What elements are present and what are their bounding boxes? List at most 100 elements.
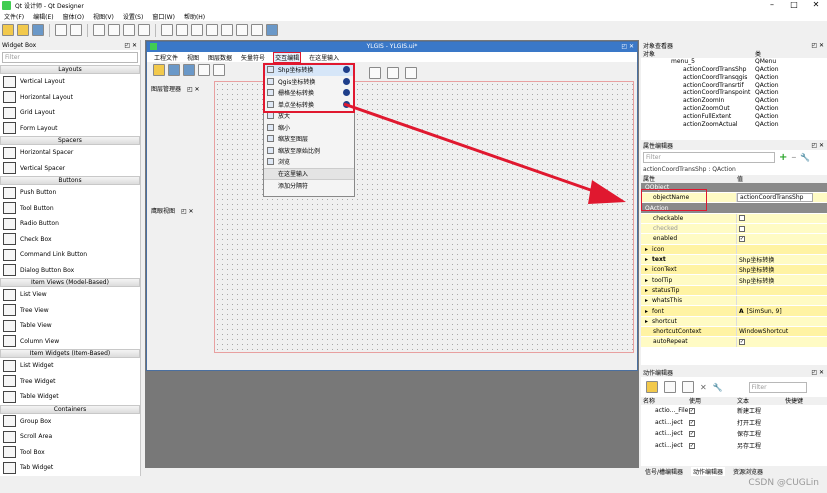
widget-item[interactable]: Horizontal Spacer bbox=[0, 145, 140, 161]
expand-arrow-icon[interactable]: ▸ bbox=[645, 318, 648, 325]
menu-item[interactable]: 编辑(E) bbox=[33, 12, 53, 21]
widget-item[interactable]: Tab Widget bbox=[0, 460, 140, 476]
widget-item[interactable]: Tool Button bbox=[0, 201, 140, 217]
checkbox[interactable]: ✓ bbox=[739, 235, 745, 242]
save-project-icon[interactable] bbox=[168, 63, 180, 76]
configure-icon[interactable]: 🔧 bbox=[800, 153, 810, 162]
copy-action-icon[interactable] bbox=[664, 381, 676, 393]
expand-arrow-icon[interactable]: ▸ bbox=[645, 287, 648, 294]
layout-splitter-v-icon[interactable] bbox=[206, 24, 218, 36]
delete-action-icon[interactable]: ✕ bbox=[700, 383, 707, 392]
property-row[interactable]: checkable bbox=[641, 213, 827, 224]
widget-filter-input[interactable]: Filter bbox=[2, 52, 138, 63]
layout-vertical-icon[interactable] bbox=[176, 24, 188, 36]
minimize-icon[interactable]: – bbox=[760, 0, 784, 9]
menu-item[interactable]: 窗体(O) bbox=[63, 12, 84, 21]
layout-grid-icon[interactable] bbox=[221, 24, 233, 36]
property-row[interactable]: ▸ toolTip Shp坐标转换 bbox=[641, 275, 827, 286]
widget-category-header[interactable]: Item Views (Model-Based) bbox=[0, 278, 140, 287]
property-row[interactable]: ▸ statusTip bbox=[641, 285, 827, 297]
new-file-icon[interactable] bbox=[2, 24, 14, 36]
widget-item[interactable]: Table View bbox=[0, 318, 140, 334]
object-row[interactable]: actionCoordTransShp QAction bbox=[641, 66, 827, 74]
widget-item[interactable]: Tree View bbox=[0, 303, 140, 319]
vector-icon[interactable] bbox=[198, 63, 210, 76]
widget-item[interactable]: Horizontal Layout bbox=[0, 90, 140, 106]
adjust-size-icon[interactable] bbox=[266, 24, 278, 36]
expand-arrow-icon[interactable]: ▸ bbox=[645, 297, 648, 304]
widget-item[interactable]: Check Box bbox=[0, 232, 140, 248]
widget-item[interactable]: Vertical Spacer bbox=[0, 161, 140, 177]
property-row[interactable]: ▸ icon bbox=[641, 244, 827, 255]
configure-icon[interactable]: 🔧 bbox=[713, 383, 723, 392]
property-value[interactable]: Shp坐标转换 bbox=[737, 265, 774, 274]
form-window-controls-icon[interactable]: ◰ ✕ bbox=[621, 42, 634, 52]
close-icon[interactable]: ✕ bbox=[804, 0, 827, 9]
used-checkbox[interactable]: ✓ bbox=[689, 419, 695, 426]
form-menu-item[interactable]: 图层数据 bbox=[207, 53, 233, 62]
widget-item[interactable]: Grid Layout bbox=[0, 105, 140, 121]
save-icon[interactable] bbox=[32, 24, 44, 36]
widget-item[interactable]: Tool Box bbox=[0, 445, 140, 461]
dock-tab[interactable]: 资源浏览器 bbox=[733, 467, 763, 476]
form-menu-item[interactable]: 工程文件 bbox=[153, 53, 179, 62]
open-project-icon[interactable] bbox=[153, 63, 165, 76]
property-row[interactable]: ▸ text Shp坐标转换 bbox=[641, 254, 827, 266]
widget-category-header[interactable]: Buttons bbox=[0, 176, 140, 185]
open-folder-icon[interactable] bbox=[17, 24, 29, 36]
layout-splitter-h-icon[interactable] bbox=[191, 24, 203, 36]
edit-buddies-icon[interactable] bbox=[123, 24, 135, 36]
edit-signals-icon[interactable] bbox=[108, 24, 120, 36]
checkbox[interactable] bbox=[739, 225, 745, 232]
action-row[interactable]: actio..._File ✓ 新建工程 bbox=[641, 405, 827, 417]
property-value[interactable]: ✓ bbox=[737, 235, 748, 242]
object-row[interactable]: actionCoordTranspoint QAction bbox=[641, 89, 827, 97]
dock-float-close-icon[interactable]: ◰ ✕ bbox=[124, 42, 140, 49]
undo-icon[interactable] bbox=[55, 24, 67, 36]
widget-item[interactable]: Dialog Button Box bbox=[0, 263, 140, 279]
property-value[interactable]: Shp坐标转换 bbox=[737, 255, 774, 264]
property-value[interactable]: ✓ bbox=[737, 338, 748, 345]
action-row[interactable]: acti...ject ✓ 另存工程 bbox=[641, 439, 827, 451]
expand-arrow-icon[interactable]: ▸ bbox=[645, 246, 648, 253]
object-row[interactable]: actionZoomActual QAction bbox=[641, 120, 827, 128]
expand-arrow-icon[interactable]: ▸ bbox=[645, 308, 648, 315]
dock-controls-icon[interactable]: ◰ ✕ bbox=[811, 42, 827, 49]
menu-item[interactable]: 文件(F) bbox=[4, 12, 24, 21]
widget-item[interactable]: Column View bbox=[0, 334, 140, 350]
maximize-icon[interactable]: □ bbox=[782, 0, 806, 9]
dock-controls-icon[interactable]: ◰ ✕ bbox=[811, 369, 827, 376]
new-action-icon[interactable] bbox=[646, 381, 658, 393]
expand-arrow-icon[interactable]: ▸ bbox=[645, 256, 648, 263]
expand-arrow-icon[interactable]: ▸ bbox=[645, 277, 648, 284]
expand-arrow-icon[interactable]: ▸ bbox=[645, 266, 648, 273]
property-row[interactable]: enabled ✓ bbox=[641, 234, 827, 245]
form-menu-item[interactable]: 交互编辑 bbox=[273, 51, 302, 63]
object-row[interactable]: menu_5 QMenu bbox=[641, 58, 827, 66]
object-row[interactable]: actionCoordTransrtif QAction bbox=[641, 81, 827, 89]
property-row[interactable]: autoRepeat ✓ bbox=[641, 337, 827, 348]
widget-item[interactable]: Vertical Layout bbox=[0, 74, 140, 90]
property-value[interactable] bbox=[737, 215, 748, 222]
widget-item[interactable]: List View bbox=[0, 287, 140, 303]
dock-tab[interactable]: 动作编辑器 bbox=[691, 466, 726, 476]
used-checkbox[interactable]: ✓ bbox=[689, 431, 695, 438]
widget-item[interactable]: Radio Button bbox=[0, 216, 140, 232]
widget-category-header[interactable]: Layouts bbox=[0, 65, 140, 74]
form-menu-item[interactable]: 矢量符号 bbox=[240, 53, 266, 62]
used-checkbox[interactable]: ✓ bbox=[689, 408, 695, 415]
property-value[interactable] bbox=[737, 225, 748, 232]
object-row[interactable]: actionCoordTransqgis QAction bbox=[641, 73, 827, 81]
property-row[interactable]: ▸ whatsThis bbox=[641, 296, 827, 307]
form-menu-item[interactable]: 视图 bbox=[186, 53, 200, 62]
widget-item[interactable]: List Widget bbox=[0, 358, 140, 374]
property-value[interactable]: A [SimSun, 9] bbox=[737, 308, 782, 315]
property-value[interactable]: actionCoordTransShp bbox=[737, 193, 813, 203]
property-row[interactable]: ▸ iconText Shp坐标转换 bbox=[641, 265, 827, 276]
checkbox[interactable] bbox=[739, 215, 745, 222]
save-as-icon[interactable] bbox=[183, 63, 195, 76]
break-layout-icon[interactable] bbox=[251, 24, 263, 36]
widget-item[interactable]: Table Widget bbox=[0, 389, 140, 405]
redo-icon[interactable] bbox=[70, 24, 82, 36]
menu-item[interactable]: 帮助(H) bbox=[184, 12, 205, 21]
